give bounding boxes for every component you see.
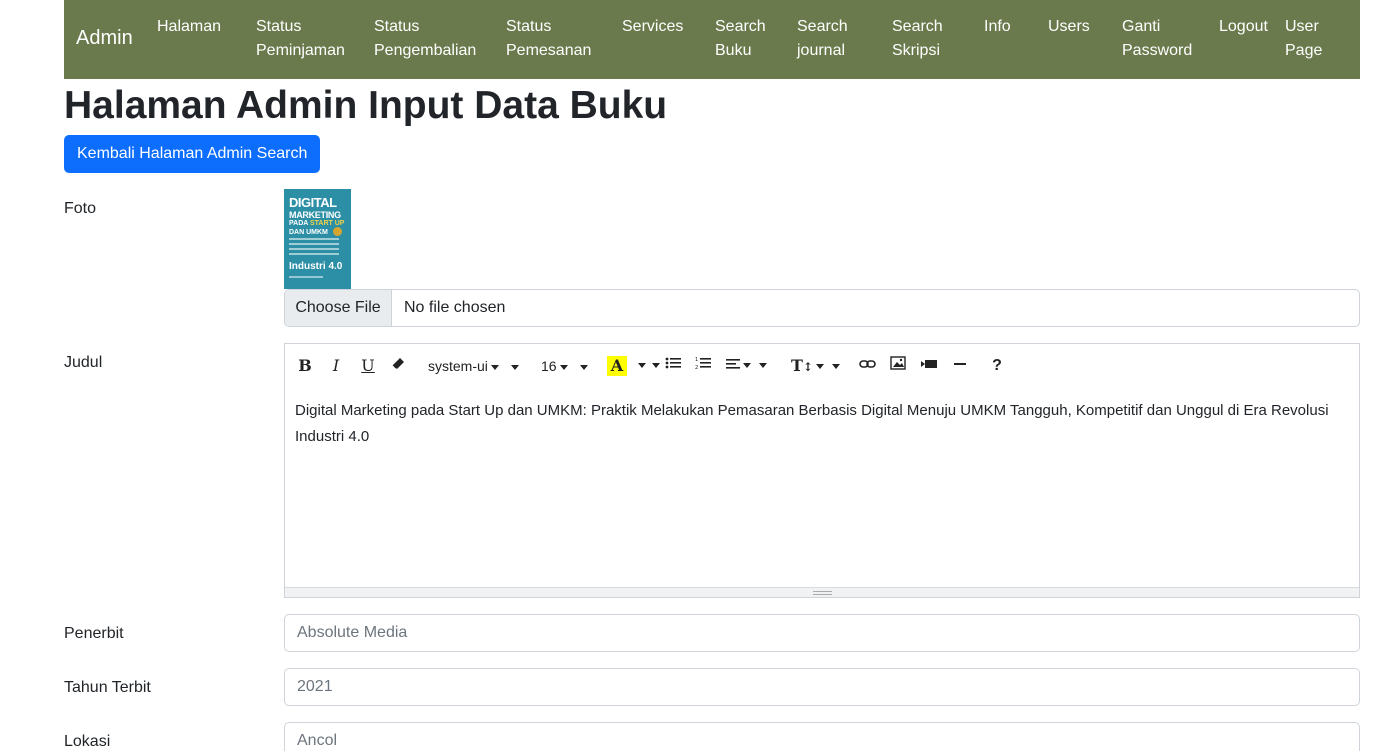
svg-text:1: 1 xyxy=(695,357,698,363)
navbar-brand[interactable]: Admin xyxy=(76,27,133,50)
nav-item-search-journal[interactable]: Search journal xyxy=(797,15,848,63)
editor-resize-bar[interactable] xyxy=(285,587,1359,597)
choose-file-button[interactable]: Choose File xyxy=(285,290,392,326)
horizontal-rule-icon xyxy=(954,363,966,365)
chevron-down-icon xyxy=(759,363,767,369)
paragraph-align-dropdown[interactable] xyxy=(726,356,774,376)
line-height-dropdown[interactable]: T↕ xyxy=(791,356,841,376)
top-navbar: Admin Halaman Status Peminjaman Status P… xyxy=(64,0,1360,79)
horizontal-rule-button[interactable] xyxy=(951,356,969,376)
chevron-down-icon xyxy=(831,364,840,369)
lokasi-input[interactable] xyxy=(284,722,1360,751)
svg-text:2: 2 xyxy=(695,365,698,370)
judul-label: Judul xyxy=(64,354,103,371)
chevron-down-icon xyxy=(815,364,824,369)
tahun-terbit-label: Tahun Terbit xyxy=(64,679,151,696)
nav-item-halaman[interactable]: Halaman xyxy=(157,15,221,39)
unordered-list-button[interactable] xyxy=(664,356,682,376)
cover-line-1: DIGITAL xyxy=(289,195,337,210)
insert-image-button[interactable] xyxy=(889,356,907,376)
insert-link-button[interactable] xyxy=(858,356,876,376)
chevron-down-icon xyxy=(559,364,568,370)
font-size-dropdown[interactable]: 16 xyxy=(541,356,589,376)
font-height-label: T xyxy=(791,356,803,375)
cover-line-2: MARKETING xyxy=(289,210,341,220)
nav-item-logout[interactable]: Logout xyxy=(1219,15,1268,39)
numbered-list-icon: 12 xyxy=(695,357,711,371)
bold-button[interactable]: B xyxy=(297,356,313,376)
chevron-down-icon xyxy=(743,363,751,369)
bullet-list-icon xyxy=(665,357,681,369)
chevron-down-icon xyxy=(638,363,646,369)
penerbit-label: Penerbit xyxy=(64,625,124,642)
insert-video-button[interactable] xyxy=(920,356,938,376)
page-title: Halaman Admin Input Data Buku xyxy=(64,84,668,127)
text-color-dropdown[interactable] xyxy=(635,356,663,376)
file-status-text: No file chosen xyxy=(404,299,506,316)
chevron-down-icon xyxy=(579,364,588,370)
text-color-button[interactable]: A xyxy=(607,356,627,376)
image-icon xyxy=(890,356,906,370)
cover-line-3: PADA START UP xyxy=(289,220,344,227)
nav-item-user-page[interactable]: User Page xyxy=(1285,15,1322,63)
chevron-down-icon xyxy=(652,363,660,369)
nav-item-search-buku[interactable]: Search Buku xyxy=(715,15,766,63)
underline-button[interactable]: U xyxy=(359,356,377,376)
nav-item-status-pemesanan[interactable]: Status Pemesanan xyxy=(506,15,591,63)
cover-line-3b: START UP xyxy=(310,220,345,227)
lokasi-label: Lokasi xyxy=(64,733,111,750)
video-icon xyxy=(921,360,937,368)
cover-text-lines xyxy=(289,238,339,258)
cover-line-4: DAN UMKM xyxy=(289,229,328,236)
nav-item-status-pengembalian[interactable]: Status Pengembalian xyxy=(374,15,476,63)
back-to-admin-search-button[interactable]: Kembali Halaman Admin Search xyxy=(64,135,321,173)
ordered-list-button[interactable]: 12 xyxy=(694,356,712,376)
nav-item-search-skripsi[interactable]: Search Skripsi xyxy=(892,15,943,63)
cover-line-3a: PADA xyxy=(289,220,310,227)
clear-format-button[interactable] xyxy=(391,356,407,376)
cover-footer-line xyxy=(289,276,323,278)
italic-button[interactable]: I xyxy=(328,356,344,376)
link-icon xyxy=(858,360,876,368)
font-family-dropdown[interactable]: system-ui xyxy=(428,356,520,376)
font-size-value: 16 xyxy=(541,358,557,374)
judul-editor-content[interactable]: Digital Marketing pada Start Up dan UMKM… xyxy=(295,398,1345,450)
editor-toolbar: B I U system-ui 16 A 12 T↕ ? xyxy=(285,344,1359,388)
resize-grip-icon xyxy=(813,591,832,595)
judul-rich-text-editor: B I U system-ui 16 A 12 T↕ ? Digital Mar… xyxy=(284,343,1360,598)
chevron-down-icon xyxy=(510,364,519,370)
nav-item-info[interactable]: Info xyxy=(984,15,1011,39)
foto-label: Foto xyxy=(64,200,97,217)
eraser-icon xyxy=(392,358,404,369)
help-button[interactable]: ? xyxy=(988,356,1006,376)
book-cover-image: DIGITAL MARKETING PADA START UP DAN UMKM… xyxy=(284,189,351,289)
font-family-value: system-ui xyxy=(428,358,488,374)
chevron-down-icon xyxy=(490,364,499,370)
nav-item-users[interactable]: Users xyxy=(1048,15,1090,39)
nav-item-services[interactable]: Services xyxy=(622,15,683,39)
tahun-terbit-input[interactable] xyxy=(284,668,1360,706)
up-down-icon: ↕ xyxy=(802,360,813,374)
foto-file-input[interactable]: Choose File No file chosen xyxy=(284,289,1360,327)
nav-item-status-peminjaman[interactable]: Status Peminjaman xyxy=(256,15,345,63)
cover-logo-icon xyxy=(333,227,342,236)
align-left-icon xyxy=(726,359,740,369)
penerbit-input[interactable] xyxy=(284,614,1360,652)
cover-line-5: Industri 4.0 xyxy=(289,261,343,272)
nav-item-ganti-password[interactable]: Ganti Password xyxy=(1122,15,1192,63)
